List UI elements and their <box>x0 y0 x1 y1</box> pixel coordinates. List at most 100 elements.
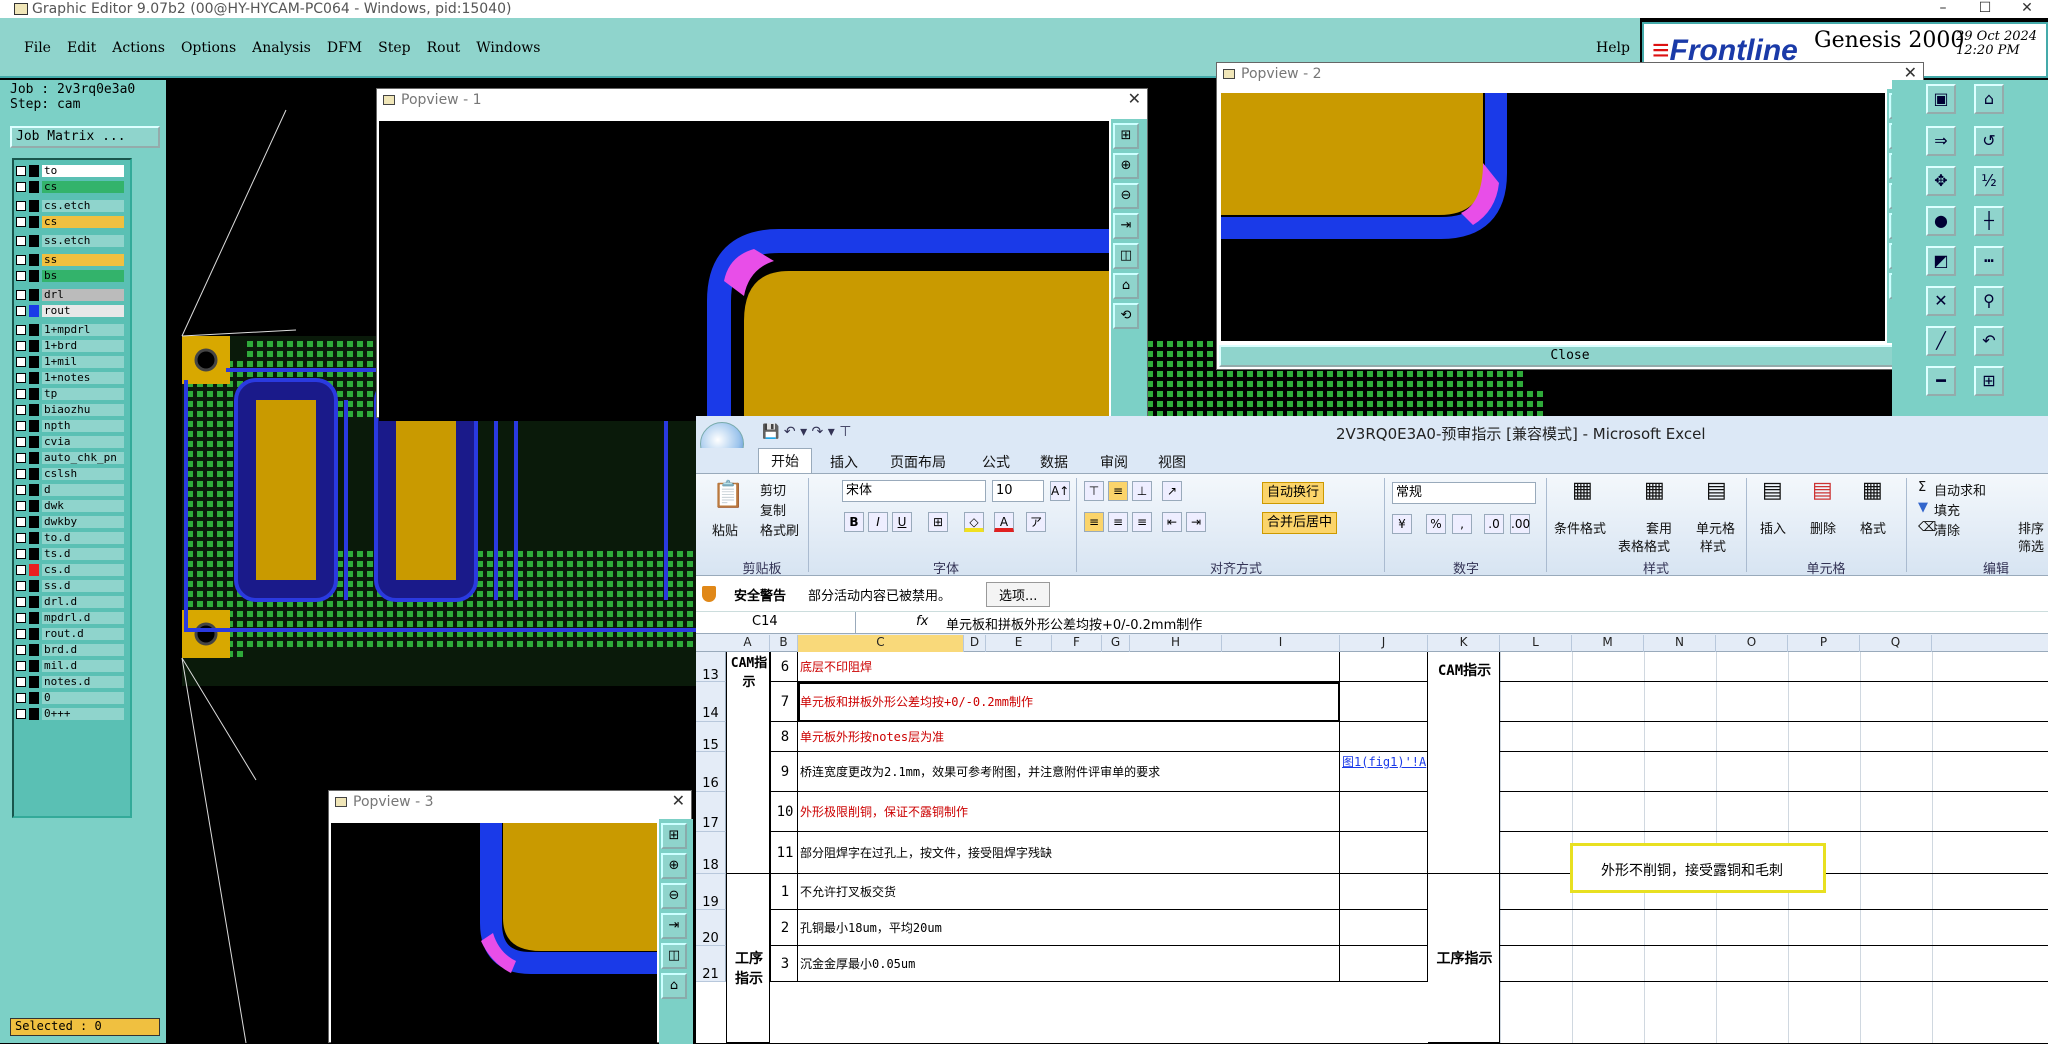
layer-name[interactable]: to <box>42 164 124 177</box>
layer-checkbox[interactable] <box>16 612 26 623</box>
quick-access-toolbar[interactable]: 💾 ↶ ▾ ↷ ▾ ⊤ <box>762 424 851 440</box>
selected-cell[interactable] <box>798 682 1340 722</box>
zoom-in-icon[interactable]: ⊕ <box>1113 153 1139 179</box>
tab-review[interactable]: 审阅 <box>1100 452 1128 472</box>
layer-color-swatch[interactable] <box>29 483 39 496</box>
column-header[interactable]: K <box>1428 635 1500 652</box>
layer-checkbox[interactable] <box>16 356 26 367</box>
percent-icon[interactable]: % <box>1426 514 1446 534</box>
layer-name[interactable]: bs <box>42 269 124 282</box>
layer-color-swatch[interactable] <box>29 643 39 656</box>
sort-filter-line2[interactable]: 筛选 <box>2018 536 2044 555</box>
close-icon[interactable]: ✕ <box>2006 0 2048 16</box>
row-index-cell[interactable]: 11 <box>770 832 798 874</box>
job-matrix-button[interactable]: Job Matrix ... <box>10 126 160 148</box>
home-icon[interactable]: ⌂ <box>1113 273 1139 299</box>
column-header[interactable]: H <box>1130 635 1222 652</box>
layer-row[interactable]: cs.d <box>16 563 132 576</box>
layer-color-swatch[interactable] <box>29 387 39 400</box>
layer-checkbox[interactable] <box>16 235 26 246</box>
menu-dfm[interactable]: DFM <box>327 40 362 56</box>
phonetic-icon[interactable]: ア <box>1026 512 1046 532</box>
layer-row[interactable]: drl <box>16 288 132 301</box>
wrap-text-button[interactable]: 自动换行 <box>1262 482 1325 504</box>
tool-connect-icon[interactable]: ⚲ <box>1974 286 2004 316</box>
layer-color-swatch[interactable] <box>29 371 39 384</box>
layer-color-swatch[interactable] <box>29 215 39 228</box>
autosum-button[interactable]: 自动求和 <box>1934 480 1986 499</box>
layer-name[interactable]: 1+brd <box>42 339 124 352</box>
bold-icon[interactable]: B <box>844 512 864 532</box>
row-number[interactable]: 13 <box>696 652 726 683</box>
tool-break-icon[interactable]: ━ <box>1926 366 1956 396</box>
layer-color-swatch[interactable] <box>29 627 39 640</box>
layer-name[interactable]: d <box>42 483 124 496</box>
layer-checkbox[interactable] <box>16 708 26 719</box>
category-cell-k-cam[interactable]: CAM指示 <box>1428 652 1500 874</box>
row-number[interactable]: 14 <box>696 682 726 722</box>
row-index-cell[interactable]: 9 <box>770 752 798 792</box>
layer-checkbox[interactable] <box>16 388 26 399</box>
align-middle-icon[interactable]: ≡ <box>1108 481 1128 501</box>
layer-name[interactable]: dwk <box>42 499 124 512</box>
layer-row[interactable]: drl.d <box>16 595 132 608</box>
layer-name[interactable]: mil.d <box>42 659 124 672</box>
fx-icon[interactable]: fx <box>916 614 928 629</box>
layer-color-swatch[interactable] <box>29 355 39 368</box>
fit-icon[interactable]: ◫ <box>661 943 687 969</box>
layer-row[interactable]: npth <box>16 419 132 432</box>
layer-name[interactable]: cs <box>42 180 124 193</box>
tool-select-icon[interactable]: ◩ <box>1926 246 1956 276</box>
layer-name[interactable]: mpdrl.d <box>42 611 124 624</box>
layer-color-swatch[interactable] <box>29 180 39 193</box>
tab-home[interactable]: 开始 <box>758 448 812 473</box>
layer-color-swatch[interactable] <box>29 675 39 688</box>
cut-button[interactable]: 剪切 <box>760 480 786 499</box>
layer-checkbox[interactable] <box>16 596 26 607</box>
column-header[interactable]: C <box>798 635 964 652</box>
j-cell[interactable] <box>1340 910 1428 946</box>
instruction-cell[interactable]: 部分阻焊字在过孔上，按文件，接受阻焊字残缺 <box>798 832 1340 874</box>
layer-checkbox[interactable] <box>16 692 26 703</box>
layer-row[interactable]: rout <box>16 304 132 317</box>
instruction-cell[interactable]: 底层不印阻焊 <box>798 652 1340 682</box>
layer-color-swatch[interactable] <box>29 707 39 720</box>
row-index-cell[interactable]: 1 <box>770 874 798 910</box>
layer-row[interactable]: brd.d <box>16 643 132 656</box>
layer-checkbox[interactable] <box>16 340 26 351</box>
layer-color-swatch[interactable] <box>29 234 39 247</box>
close-icon[interactable]: ✕ <box>1128 89 1141 108</box>
row-index-cell[interactable]: 2 <box>770 910 798 946</box>
home-icon[interactable]: ⌂ <box>661 973 687 999</box>
fill-icon[interactable]: ▼ <box>1918 500 1928 515</box>
tool-home-icon[interactable]: ⌂ <box>1974 84 2004 114</box>
layer-checkbox[interactable] <box>16 660 26 671</box>
layer-name[interactable]: cvia <box>42 435 124 448</box>
zoom-window-icon[interactable]: ⊞ <box>661 823 687 849</box>
instruction-cell[interactable]: 桥连宽度更改为2.1mm，效果可参考附图，并注意附件评审单的要求 <box>798 752 1340 792</box>
layer-checkbox[interactable] <box>16 200 26 211</box>
tool-array-icon[interactable]: ⊞ <box>1974 366 2004 396</box>
layer-row[interactable]: ss <box>16 253 132 266</box>
layer-row[interactable]: cs.etch <box>16 199 132 212</box>
layer-name[interactable]: cs.etch <box>42 199 124 212</box>
conditional-format-icon[interactable]: ▦ <box>1572 478 1593 503</box>
layer-color-swatch[interactable] <box>29 269 39 282</box>
font-name-select[interactable]: 宋体 <box>842 480 986 502</box>
row-number[interactable]: 19 <box>696 874 726 910</box>
number-format-select[interactable]: 常规 <box>1392 482 1536 504</box>
align-bottom-icon[interactable]: ⊥ <box>1132 481 1152 501</box>
underline-icon[interactable]: U <box>892 512 912 532</box>
layer-name[interactable]: 1+mil <box>42 355 124 368</box>
minimize-icon[interactable]: – <box>1922 0 1964 16</box>
popview-2-view[interactable] <box>1221 93 1885 341</box>
pan-icon[interactable]: ⇥ <box>661 913 687 939</box>
layer-row[interactable]: cvia <box>16 435 132 448</box>
layer-name[interactable]: dwkby <box>42 515 124 528</box>
row-number[interactable]: 18 <box>696 832 726 874</box>
j-cell[interactable] <box>1340 874 1428 910</box>
layer-name[interactable]: drl.d <box>42 595 124 608</box>
row-number[interactable]: 20 <box>696 910 726 946</box>
refresh-icon[interactable]: ⟲ <box>1113 303 1139 329</box>
layer-name[interactable]: 1+notes <box>42 371 124 384</box>
